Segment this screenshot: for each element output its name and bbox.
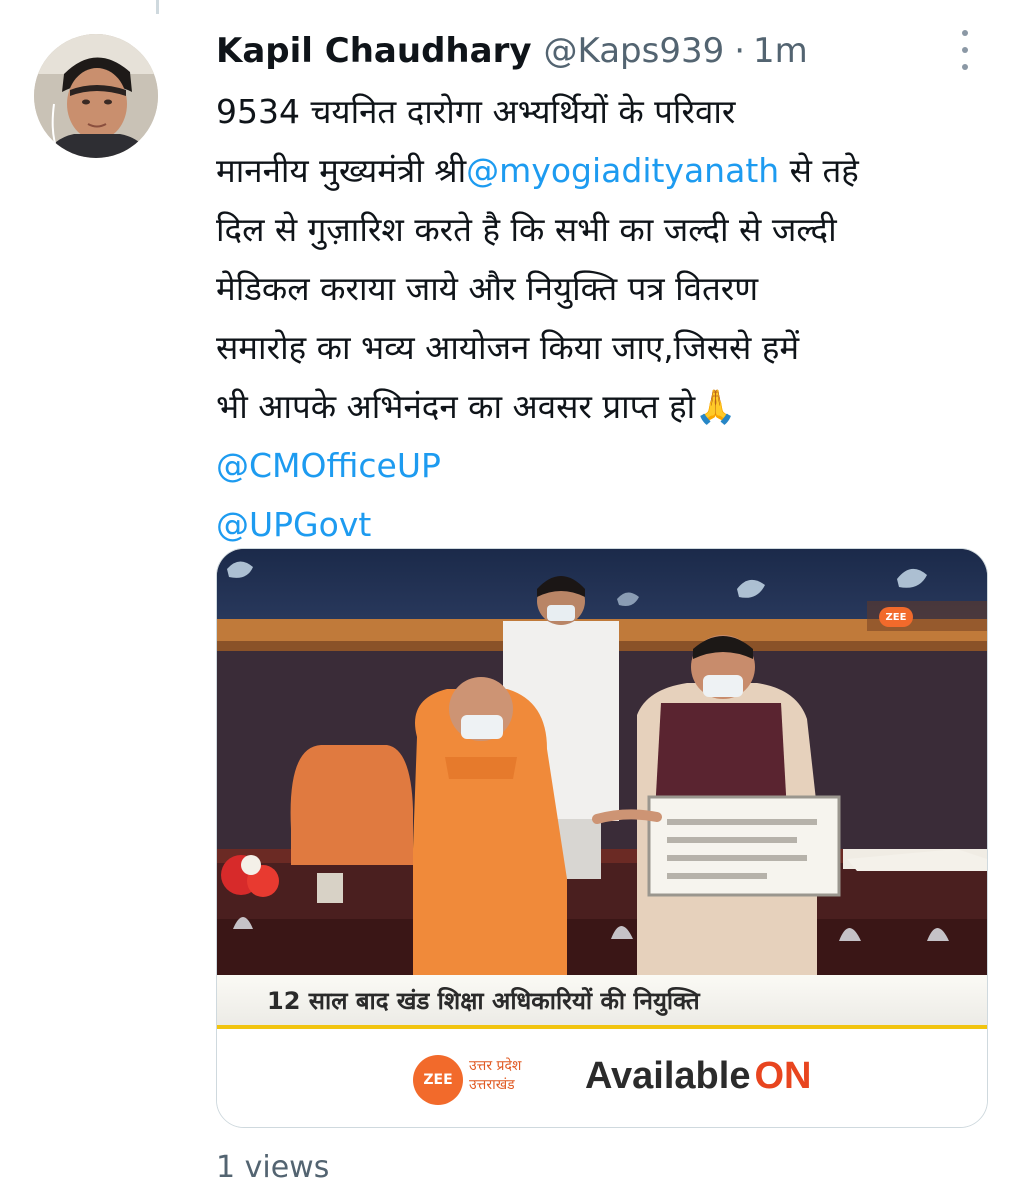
tweet-text-line: @CMOfficeUP [216, 436, 996, 495]
tweet-text-segment: मेडिकल कराया जाये और नियुक्ति पत्र वितरण [216, 269, 759, 308]
avatar-photo [34, 34, 158, 158]
tweet-text: 9534 चयनित दारोगा अभ्यर्थियों के परिवार म… [216, 82, 996, 554]
mention-link[interactable]: @UPGovt [216, 505, 371, 544]
news-ticker: 12 साल बाद खंड शिक्षा अधिकारियों की नियु… [217, 975, 987, 1029]
tweet-text-line: समारोह का भव्य आयोजन किया जाए,जिससे हमें [216, 318, 996, 377]
channel-corner-badge: ZEE [879, 607, 913, 627]
more-dot [962, 64, 968, 70]
available-on-label: Available ON [585, 1055, 811, 1098]
tweet-header: Kapil Chaudhary @Kaps939 · 1m [216, 24, 808, 78]
zee-logo-icon: ZEE [413, 1055, 463, 1105]
tweet-text-line: भी आपके अभिनंदन का अवसर प्राप्त हो🙏 [216, 377, 996, 436]
channel-region: उत्तर प्रदेश उत्तराखंड [469, 1057, 521, 1095]
channel-region-line2: उत्तराखंड [469, 1077, 515, 1093]
channel-region-line1: उत्तर प्रदेश [469, 1058, 522, 1074]
tweet-text-line: @UPGovt [216, 495, 996, 554]
view-count[interactable]: 1 views [216, 1150, 329, 1185]
ticker-headline: 12 साल बाद खंड शिक्षा अधिकारियों की नियु… [267, 986, 700, 1015]
thread-connector-line [156, 0, 159, 14]
tweet-text-line: दिल से गुज़ारिश करते है कि सभी का जल्दी … [216, 200, 996, 259]
more-dot [962, 30, 968, 36]
separator-dot: · [734, 31, 746, 71]
available-text: Available [585, 1055, 751, 1097]
tweet-text-segment: से तहे [779, 151, 859, 190]
mention-link[interactable]: @myogiadityanath [466, 151, 779, 190]
tweet-text-segment: माननीय मुख्यमंत्री श्री [216, 151, 467, 190]
tweet-text-line: माननीय मुख्यमंत्री श्री@myogiadityanath … [216, 141, 996, 200]
tweet-media-card[interactable]: ZEE 12 साल बाद खंड शिक्षा अधिकारियों की … [216, 548, 988, 1128]
tweet-text-segment: दिल से गुज़ारिश करते है कि सभी का जल्दी … [216, 210, 837, 249]
author-handle[interactable]: @Kaps939 [544, 31, 725, 71]
channel-banner: ZEE उत्तर प्रदेश उत्तराखंड Available ON [217, 1029, 987, 1127]
tweet-text-segment: 9534 चयनित दारोगा अभ्यर्थियों के परिवार [216, 92, 736, 131]
tweet-timestamp[interactable]: 1m [753, 31, 808, 71]
tweet-text-line: मेडिकल कराया जाये और नियुक्ति पत्र वितरण [216, 259, 996, 318]
avatar[interactable] [34, 34, 158, 158]
more-dot [962, 47, 968, 53]
tweet-text-segment: भी आपके अभिनंदन का अवसर प्राप्त हो🙏 [216, 387, 737, 426]
tweet-text-segment: समारोह का भव्य आयोजन किया जाए,जिससे हमें [216, 328, 800, 367]
author-name[interactable]: Kapil Chaudhary [216, 31, 532, 71]
available-on-text: ON [754, 1055, 812, 1097]
media-video-frame [217, 549, 987, 975]
mention-link[interactable]: @CMOfficeUP [216, 446, 441, 485]
more-options-icon[interactable] [950, 30, 980, 70]
tweet-text-line: 9534 चयनित दारोगा अभ्यर्थियों के परिवार [216, 82, 996, 141]
